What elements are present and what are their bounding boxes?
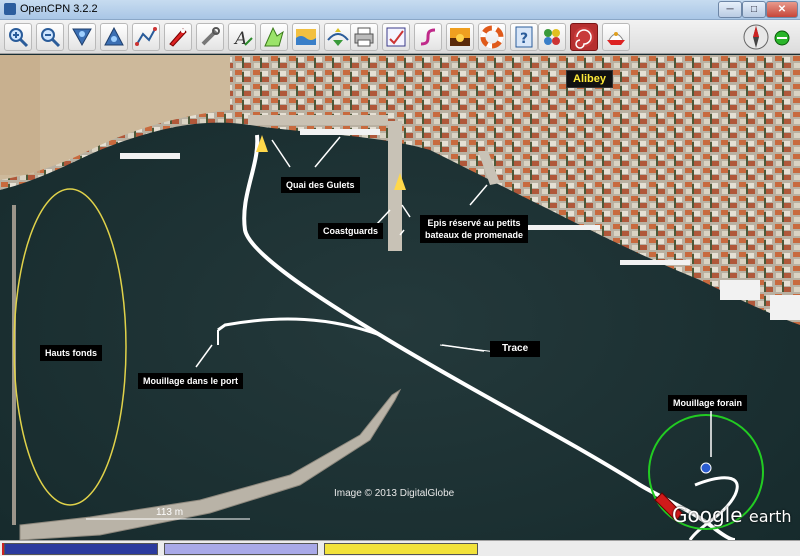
status-bar	[0, 540, 800, 556]
help-button[interactable]: ?	[510, 23, 538, 51]
gulet-quay	[248, 115, 388, 125]
plugin-chart-icon	[607, 32, 625, 45]
zoom-out-button[interactable]	[36, 23, 64, 51]
scale-in-icon	[72, 28, 92, 47]
svg-text:?: ?	[520, 31, 528, 47]
tide-icon	[296, 29, 316, 45]
plugin-icon	[544, 29, 560, 45]
scale-label: 113 m	[156, 507, 184, 518]
plugin-chart-button[interactable]	[602, 23, 630, 51]
gps-status-icon	[772, 28, 792, 48]
annotation-coastguards: Coastguards	[318, 223, 384, 239]
status-segment-2[interactable]	[164, 543, 318, 555]
settings-icon	[201, 27, 220, 46]
logo-earth-text: earth	[748, 507, 792, 526]
annotation-trace: Trace	[490, 341, 541, 357]
route-manager-button[interactable]	[382, 23, 410, 51]
ais-button[interactable]	[324, 23, 352, 51]
compass-icon	[743, 24, 769, 50]
color-scheme-icon	[450, 28, 470, 46]
svg-text:A: A	[233, 29, 247, 49]
status-segment-3[interactable]	[324, 543, 478, 555]
text-button[interactable]: A	[228, 23, 256, 51]
auto-follow-icon	[169, 28, 187, 47]
minimize-button[interactable]: ─	[718, 1, 742, 18]
settings-button[interactable]	[196, 23, 224, 51]
anchor-marker[interactable]	[700, 462, 712, 474]
track-button[interactable]	[414, 23, 442, 51]
man-overboard-button[interactable]	[478, 23, 506, 51]
radar-button[interactable]	[570, 23, 598, 51]
radar-icon	[574, 27, 594, 49]
ais-icon	[327, 28, 349, 46]
logo-google-text: Google	[672, 503, 743, 527]
scale-out-button[interactable]	[100, 23, 128, 51]
place-label-alibey: Alibey	[566, 70, 614, 88]
chart-canvas[interactable]: Alibey Quai des Gulets Coastguards Epis …	[0, 55, 800, 540]
annotation-mouillage-port: Mouillage dans le port	[138, 373, 244, 389]
print-icon	[354, 27, 374, 47]
beach-strip	[0, 55, 40, 175]
route-manager-icon	[386, 27, 406, 47]
satellite-map	[0, 55, 800, 540]
tide-button[interactable]	[292, 23, 320, 51]
main-toolbar: A ?	[0, 20, 800, 54]
compass-widget[interactable]	[742, 23, 770, 51]
title-bar: OpenCPN 3.2.2 ─ □ ✕	[0, 0, 800, 20]
annotation-hauts-fonds: Hauts fonds	[40, 345, 103, 361]
google-earth-logo: Google earth	[672, 503, 792, 527]
status-segment-1[interactable]	[4, 543, 158, 555]
color-scheme-button[interactable]	[446, 23, 474, 51]
man-overboard-icon	[480, 25, 504, 49]
text-icon: A	[233, 29, 253, 49]
scale-in-button[interactable]	[68, 23, 96, 51]
imagery-attribution: Image © 2013 DigitalGlobe	[334, 488, 455, 499]
annotation-epis: Epis réservé au petits bateaux de promen…	[420, 215, 529, 243]
zoom-in-button[interactable]	[4, 23, 32, 51]
close-button[interactable]: ✕	[766, 1, 798, 18]
create-route-icon	[135, 27, 157, 46]
zoom-out-icon	[41, 28, 61, 48]
window-title: OpenCPN 3.2.2	[20, 3, 98, 15]
annotation-epis-line2: bateaux de promenade	[425, 230, 524, 240]
print-button[interactable]	[350, 23, 378, 51]
current-icon	[264, 26, 284, 47]
track-icon	[420, 28, 436, 46]
scale-out-icon	[104, 26, 124, 46]
help-icon: ?	[515, 26, 533, 48]
maximize-button[interactable]: □	[742, 1, 766, 18]
zoom-in-icon	[9, 28, 29, 48]
annotation-epis-line1: Epis réservé au petits	[427, 218, 521, 228]
create-route-button[interactable]	[132, 23, 160, 51]
plugin-button[interactable]	[538, 23, 566, 51]
auto-follow-button[interactable]	[164, 23, 192, 51]
annotation-quai: Quai des Gulets	[281, 177, 360, 193]
app-icon	[4, 3, 16, 15]
annotation-mouillage-forain: Mouillage forain	[668, 395, 748, 411]
current-button[interactable]	[260, 23, 288, 51]
